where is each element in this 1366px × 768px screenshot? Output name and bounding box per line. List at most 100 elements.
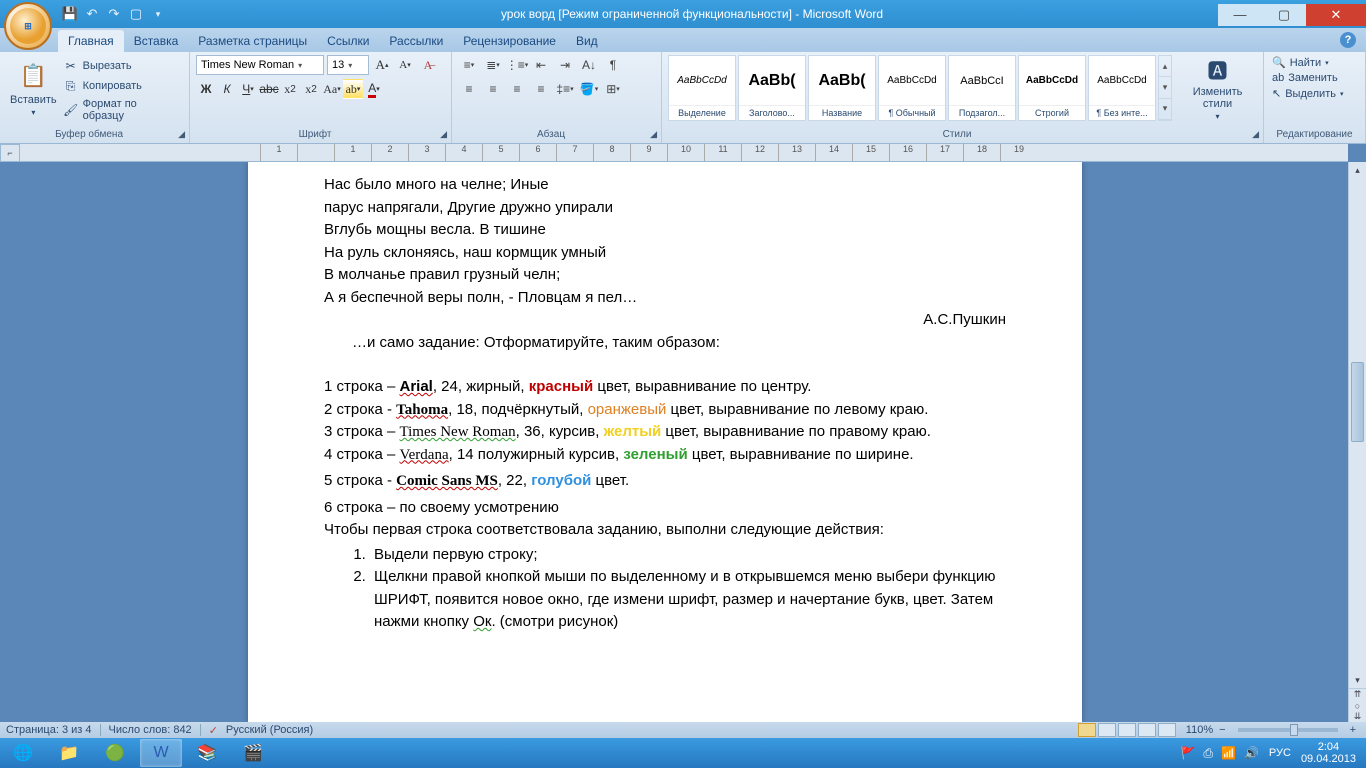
scroll-down-icon[interactable]: ▾	[1159, 77, 1171, 98]
office-button[interactable]: ⊞	[4, 2, 52, 50]
taskbar-winrar-icon[interactable]: 📚	[186, 739, 228, 767]
tray-device-icon[interactable]: ⎙	[1203, 746, 1213, 761]
clear-formatting-button[interactable]: A̶	[418, 55, 438, 75]
cut-button[interactable]: ✂Вырезать	[61, 57, 183, 75]
font-size-combo[interactable]: 13▾	[327, 55, 369, 75]
redo-icon[interactable]: ↷	[106, 6, 122, 22]
select-button[interactable]: ↖Выделить▾	[1270, 86, 1359, 101]
tab-page-layout[interactable]: Разметка страницы	[188, 30, 317, 52]
styles-gallery-more[interactable]: ▴ ▾ ▾	[1158, 55, 1172, 121]
style-item[interactable]: AaBbCcDdСтрогий	[1018, 55, 1086, 121]
replace-button[interactable]: abЗаменить	[1270, 71, 1359, 85]
style-item[interactable]: AaBbCcDd¶ Без инте...	[1088, 55, 1156, 121]
tray-flag-icon[interactable]: 🚩	[1180, 746, 1195, 761]
increase-indent-button[interactable]: ⇥	[554, 55, 576, 75]
zoom-out-button[interactable]: −	[1215, 724, 1229, 736]
zoom-thumb[interactable]	[1290, 724, 1298, 736]
taskbar-explorer-icon[interactable]: 📁	[48, 739, 90, 767]
dialog-launcher-icon[interactable]: ◢	[1252, 129, 1259, 140]
align-left-button[interactable]: ≡	[458, 79, 480, 99]
scroll-up-icon[interactable]: ▴	[1349, 162, 1366, 178]
format-painter-button[interactable]: 🖌Формат по образцу	[61, 97, 183, 123]
status-word-count[interactable]: Число слов: 842	[109, 724, 192, 736]
styles-gallery[interactable]: AaBbCcDdВыделениеAaBb(Заголово...AaBb(На…	[668, 55, 1158, 121]
zoom-slider[interactable]	[1238, 728, 1338, 732]
view-print-layout-button[interactable]	[1078, 723, 1096, 737]
expand-icon[interactable]: ▾	[1159, 99, 1171, 120]
tray-volume-icon[interactable]: 🔊	[1244, 746, 1259, 761]
highlight-button[interactable]: ab▾	[343, 79, 363, 99]
tab-home[interactable]: Главная	[58, 30, 124, 52]
sort-button[interactable]: A↓	[578, 55, 600, 75]
style-item[interactable]: AaBb(Название	[808, 55, 876, 121]
style-item[interactable]: AaBb(Заголово...	[738, 55, 806, 121]
help-icon[interactable]: ?	[1340, 32, 1356, 48]
proofing-icon[interactable]: ✓	[209, 724, 218, 737]
tab-mailings[interactable]: Рассылки	[379, 30, 453, 52]
maximize-button[interactable]: ▢	[1262, 4, 1306, 26]
zoom-level[interactable]: 110%	[1186, 724, 1213, 736]
change-styles-button[interactable]: 🅰 Изменить стили ▾	[1178, 55, 1257, 121]
multilevel-button[interactable]: ⋮≡▾	[506, 55, 528, 75]
ruler-toggle[interactable]: ⌐	[0, 144, 20, 162]
line-spacing-button[interactable]: ‡≡▾	[554, 79, 576, 99]
view-draft-button[interactable]	[1158, 723, 1176, 737]
dialog-launcher-icon[interactable]: ◢	[650, 129, 657, 140]
strikethrough-button[interactable]: abc	[259, 79, 279, 99]
vertical-scrollbar[interactable]: ▴ ▾ ⇈ ○ ⇊	[1348, 162, 1366, 722]
close-button[interactable]: ✕	[1306, 4, 1366, 26]
tray-clock[interactable]: 2:04 09.04.2013	[1301, 741, 1356, 765]
font-name-combo[interactable]: Times New Roman▾	[196, 55, 324, 75]
justify-button[interactable]: ≡	[530, 79, 552, 99]
tab-references[interactable]: Ссылки	[317, 30, 379, 52]
tray-network-icon[interactable]: 📶	[1221, 746, 1236, 761]
status-page[interactable]: Страница: 3 из 4	[6, 724, 92, 736]
tab-insert[interactable]: Вставка	[124, 30, 189, 52]
next-page-icon[interactable]: ⇊	[1349, 711, 1366, 722]
browse-object-icon[interactable]: ○	[1349, 700, 1366, 711]
taskbar-ie-icon[interactable]: 🌐	[2, 739, 44, 767]
shrink-font-button[interactable]: A▾	[395, 55, 415, 75]
document-page[interactable]: Нас было много на челне; Иные парус напр…	[248, 162, 1082, 722]
scroll-down-icon[interactable]: ▾	[1349, 672, 1366, 688]
view-web-button[interactable]	[1118, 723, 1136, 737]
align-center-button[interactable]: ≡	[482, 79, 504, 99]
shading-button[interactable]: 🪣▾	[578, 79, 600, 99]
subscript-button[interactable]: x2	[280, 79, 300, 99]
scroll-thumb[interactable]	[1351, 362, 1364, 442]
paste-button[interactable]: 📋 Вставить ▾	[6, 55, 61, 121]
tray-language[interactable]: РУС	[1269, 747, 1291, 759]
dialog-launcher-icon[interactable]: ◢	[440, 129, 447, 140]
taskbar-chrome-icon[interactable]: 🟢	[94, 739, 136, 767]
taskbar-word-icon[interactable]: W	[140, 739, 182, 767]
grow-font-button[interactable]: A▴	[372, 55, 392, 75]
bold-button[interactable]: Ж	[196, 79, 216, 99]
horizontal-ruler[interactable]: 112345678910111213141516171819	[20, 144, 1348, 162]
copy-button[interactable]: ⎘Копировать	[61, 77, 183, 95]
decrease-indent-button[interactable]: ⇤	[530, 55, 552, 75]
prev-page-icon[interactable]: ⇈	[1349, 689, 1366, 700]
save-icon[interactable]: 💾	[62, 6, 78, 22]
style-item[interactable]: AaBbCcDd¶ Обычный	[878, 55, 946, 121]
zoom-in-button[interactable]: +	[1346, 724, 1360, 736]
superscript-button[interactable]: x2	[301, 79, 321, 99]
font-color-button[interactable]: A▾	[364, 79, 384, 99]
status-language[interactable]: Русский (Россия)	[226, 724, 313, 736]
view-full-screen-button[interactable]	[1098, 723, 1116, 737]
minimize-button[interactable]: —	[1218, 4, 1262, 26]
taskbar-moviemaker-icon[interactable]: 🎬	[232, 739, 274, 767]
borders-button[interactable]: ⊞▾	[602, 79, 624, 99]
align-right-button[interactable]: ≡	[506, 79, 528, 99]
find-button[interactable]: 🔍Найти▾	[1270, 55, 1359, 70]
show-marks-button[interactable]: ¶	[602, 55, 624, 75]
tab-view[interactable]: Вид	[566, 30, 608, 52]
underline-button[interactable]: Ч▾	[238, 79, 258, 99]
new-doc-icon[interactable]: ▢	[128, 6, 144, 22]
style-item[interactable]: AaBbCcIПодзагол...	[948, 55, 1016, 121]
bullets-button[interactable]: ≡▾	[458, 55, 480, 75]
numbering-button[interactable]: ≣▾	[482, 55, 504, 75]
undo-icon[interactable]: ↶	[84, 6, 100, 22]
scroll-up-icon[interactable]: ▴	[1159, 56, 1171, 77]
italic-button[interactable]: К	[217, 79, 237, 99]
view-outline-button[interactable]	[1138, 723, 1156, 737]
